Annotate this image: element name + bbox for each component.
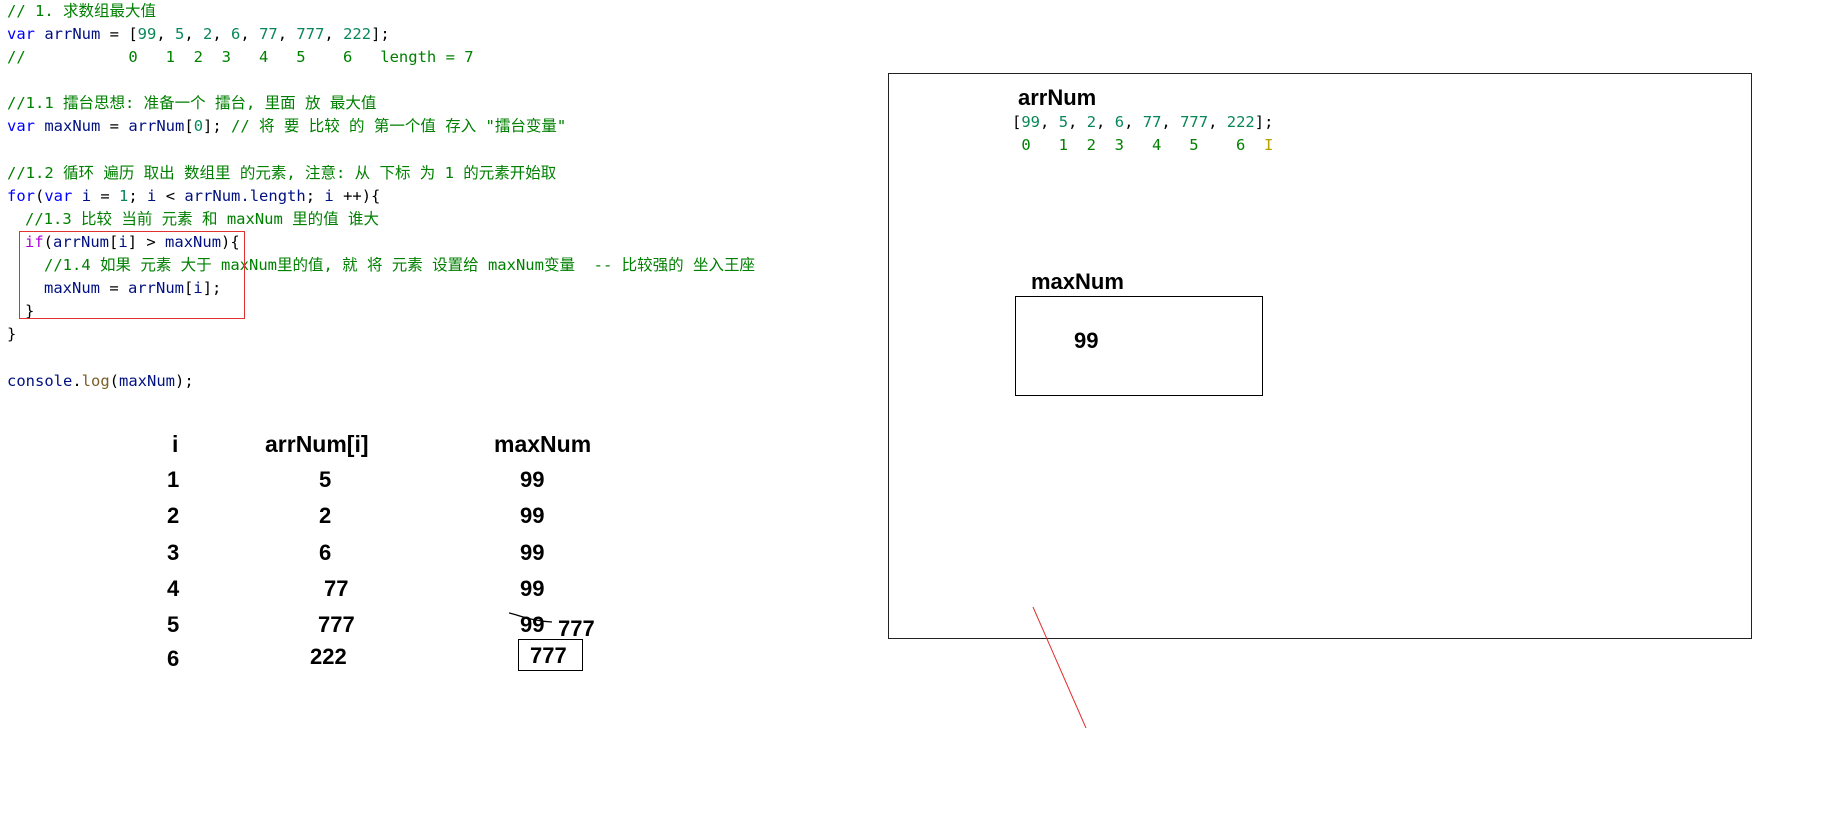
trace-cell-i: 4 — [167, 576, 180, 601]
code-line-comment-1-1: //1.1 擂台思想: 准备一个 擂台, 里面 放 最大值 — [7, 94, 377, 113]
panel-arrnum-index: 0 1 2 3 4 5 6 I — [1012, 136, 1273, 154]
if-block-highlight — [19, 231, 245, 319]
trace-cell-i: 5 — [167, 612, 180, 637]
maxnum-box-value: 99 — [1074, 328, 1099, 353]
trace-header-arrnum: arrNum[i] — [265, 431, 369, 457]
identifier: arrNum — [44, 25, 101, 44]
code-line-comment-1-3: //1.3 比较 当前 元素 和 maxNum 里的值 谁大 — [25, 209, 379, 228]
punct: ]; — [371, 25, 390, 44]
code-line-index-comment: // 0 1 2 3 4 5 6 length = 7 — [7, 48, 474, 67]
identifier: arrNum — [184, 186, 241, 205]
identifier: i — [81, 186, 92, 205]
trace-cell-maxnum: 99 — [520, 467, 545, 492]
punct: ++){ — [333, 186, 381, 205]
trace-cell-i: 6 — [167, 646, 180, 671]
identifier: console — [7, 371, 73, 390]
identifier: arrNum — [128, 117, 185, 136]
code-line-for: for(var i = 1; i < arrNum.length; i ++){ — [7, 186, 381, 205]
number: 77 — [259, 25, 278, 44]
maxnum-box: 99 — [1015, 296, 1263, 396]
identifier: i — [147, 186, 157, 205]
trace-header-i: i — [172, 431, 179, 457]
number: 99 — [137, 25, 157, 44]
code-line-title: // 1. 求数组最大值 — [7, 2, 156, 20]
trace-cell-maxnum: 99 — [520, 503, 545, 528]
number: 777 — [296, 25, 325, 44]
panel-arrnum-values: [99, 5, 2, 6, 77, 777, 222]; — [1012, 113, 1274, 131]
strike-mark — [509, 612, 552, 623]
text-cursor: I — [1263, 136, 1274, 154]
panel-maxnum-title: maxNum — [1031, 269, 1124, 294]
code-listing: // 1. 求数组最大值 var arrNum = [99, 5, 2, 6, … — [7, 0, 755, 393]
trace-cell-arrnum: 222 — [310, 644, 347, 669]
panel-arrnum-title: arrNum — [1018, 85, 1097, 110]
code-line-arr-declare: var arrNum = [99, 5, 2, 6, 77, 777, 222]… — [7, 25, 390, 44]
code-line-comment-1-2: //1.2 循环 遍历 取出 数组里 的元素, 注意: 从 下标 为 1 的元素… — [7, 163, 557, 182]
punct: < — [156, 186, 185, 205]
trace-cell-arrnum: 77 — [324, 576, 349, 601]
punct: = — [100, 117, 129, 136]
trace-header-maxnum: maxNum — [494, 431, 592, 457]
identifier: maxNum — [44, 117, 101, 136]
punct: = [ — [100, 25, 138, 44]
trace-cell-maxnum: 777 — [530, 643, 567, 668]
comment: // 将 要 比较 的 第一个值 存入 "擂台变量" — [231, 117, 567, 136]
number: 2 — [203, 25, 213, 44]
code-line-max-declare: var maxNum = arrNum[0]; // 将 要 比较 的 第一个值… — [7, 117, 567, 136]
trace-cell-i: 1 — [167, 467, 180, 492]
punct: ); — [175, 371, 194, 390]
number: 0 — [193, 117, 204, 136]
function-name: log — [81, 371, 110, 390]
keyword: var — [7, 117, 35, 136]
identifier: maxNum — [119, 371, 176, 390]
number: 5 — [175, 25, 185, 44]
number: 222 — [343, 25, 372, 44]
trace-cell-maxnum: 99 — [520, 540, 545, 565]
keyword: for — [7, 186, 35, 205]
trace-cell-i: 3 — [167, 540, 180, 565]
trace-cell-arrnum: 6 — [319, 540, 332, 565]
number: 6 — [231, 25, 241, 44]
trace-cell-arrnum: 2 — [319, 503, 332, 528]
code-line-for-close: } — [7, 325, 17, 344]
keyword: var — [44, 186, 73, 205]
identifier: i — [324, 186, 334, 205]
panel-index-numbers: 0 1 2 3 4 5 6 — [1012, 136, 1264, 154]
trace-cell-i: 2 — [167, 503, 180, 528]
punct: ]; — [203, 117, 222, 136]
identifier: .length — [240, 186, 306, 205]
trace-cell-arrnum: 5 — [319, 467, 332, 492]
red-annotation-line — [1032, 606, 1087, 729]
code-line-console-log: console.log(maxNum); — [7, 371, 194, 390]
number: 1 — [119, 186, 129, 205]
trace-cell-arrnum: 777 — [318, 612, 355, 637]
trace-cell-maxnum: 99 — [520, 576, 545, 601]
keyword: var — [7, 25, 35, 44]
